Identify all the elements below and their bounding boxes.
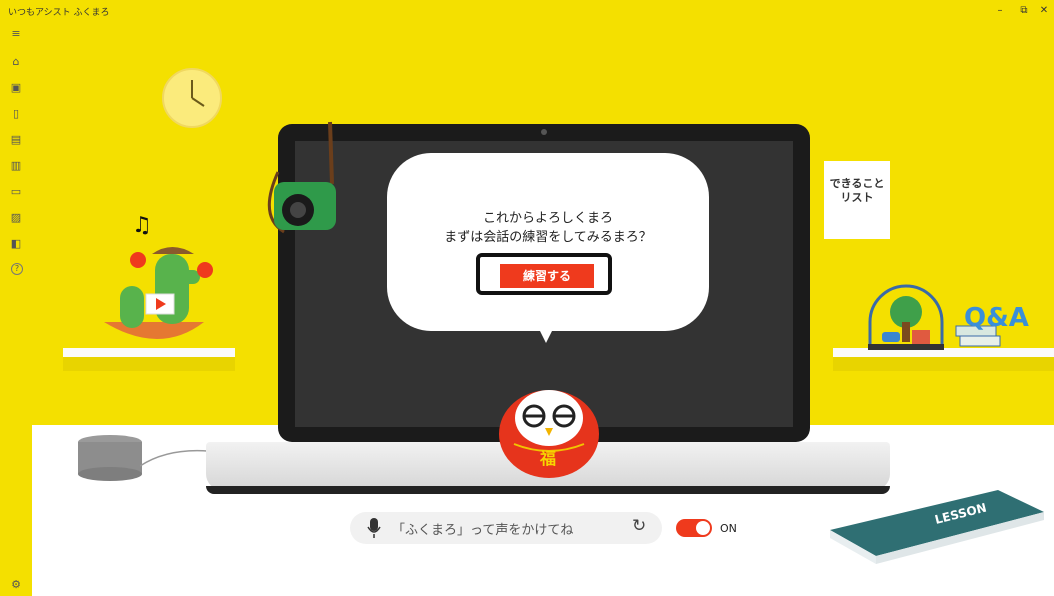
remote-icon[interactable]: ▯ — [9, 107, 23, 121]
poster-line-1: できること — [829, 177, 885, 190]
smart-speaker-icon — [78, 435, 142, 481]
toggle-knob — [696, 521, 710, 535]
cactus-plant-icon: ♫ — [104, 213, 213, 339]
right-shelf — [833, 348, 1054, 371]
terrarium-icon — [868, 284, 944, 350]
home-icon[interactable]: ⌂ — [9, 55, 23, 69]
daruma-kanji: 福 — [539, 449, 556, 468]
qa-letters: Q&A — [964, 303, 1029, 333]
help-icon[interactable]: ? — [11, 263, 23, 275]
poster-line-2: リスト — [840, 191, 874, 204]
minimize-button[interactable]: – — [990, 3, 1010, 19]
speech-bubble-tail — [539, 329, 553, 343]
practice-button[interactable]: 練習する — [500, 264, 594, 288]
fukumaro-mascot[interactable]: 福 — [494, 378, 604, 478]
tv-icon[interactable]: ▭ — [9, 185, 23, 199]
voice-hint-text: 「ふくまろ」って声をかけてね — [392, 523, 574, 538]
restore-button[interactable]: ⧉ — [1014, 3, 1034, 19]
menu-icon[interactable]: ≡ — [9, 27, 23, 41]
photo-icon[interactable]: ▣ — [9, 81, 23, 95]
document-icon[interactable]: ▥ — [9, 159, 23, 173]
toggle-label: ON — [720, 522, 737, 535]
microphone-icon[interactable] — [367, 517, 381, 539]
laptop-lip — [206, 486, 890, 494]
message-line-1: これからよろしくまろ — [482, 211, 613, 226]
message-line-2: まずは会話の練習をしてみるまろ？ — [444, 230, 652, 245]
window-title: いつもアシスト ふくまろ — [8, 8, 110, 18]
book-icon[interactable]: ◧ — [9, 237, 23, 251]
close-button[interactable]: ✕ — [1034, 3, 1054, 19]
settings-icon[interactable]: ⚙ — [9, 578, 23, 592]
camera-dot — [541, 129, 547, 135]
lesson-book-icon: LESSON — [830, 490, 1044, 564]
sidebar: ≡ ⌂ ▣ ▯ ▤ ▥ ▭ ▨ ◧ ? ⚙ — [0, 22, 32, 596]
music-note-icon: ♫ — [132, 213, 152, 238]
camera-icon — [267, 121, 336, 234]
title-bar: いつもアシスト ふくまろ – ⧉ ✕ — [0, 0, 1054, 22]
clipboard-icon[interactable]: ▤ — [9, 133, 23, 147]
left-shelf — [63, 348, 235, 371]
refresh-icon[interactable]: ↻ — [632, 516, 646, 536]
clock-icon — [162, 68, 222, 128]
poster-text: できること リスト — [824, 177, 890, 205]
picture-icon[interactable]: ▨ — [9, 211, 23, 225]
qa-blocks-icon: Q&A — [955, 303, 1029, 347]
voice-toggle[interactable] — [676, 519, 712, 537]
